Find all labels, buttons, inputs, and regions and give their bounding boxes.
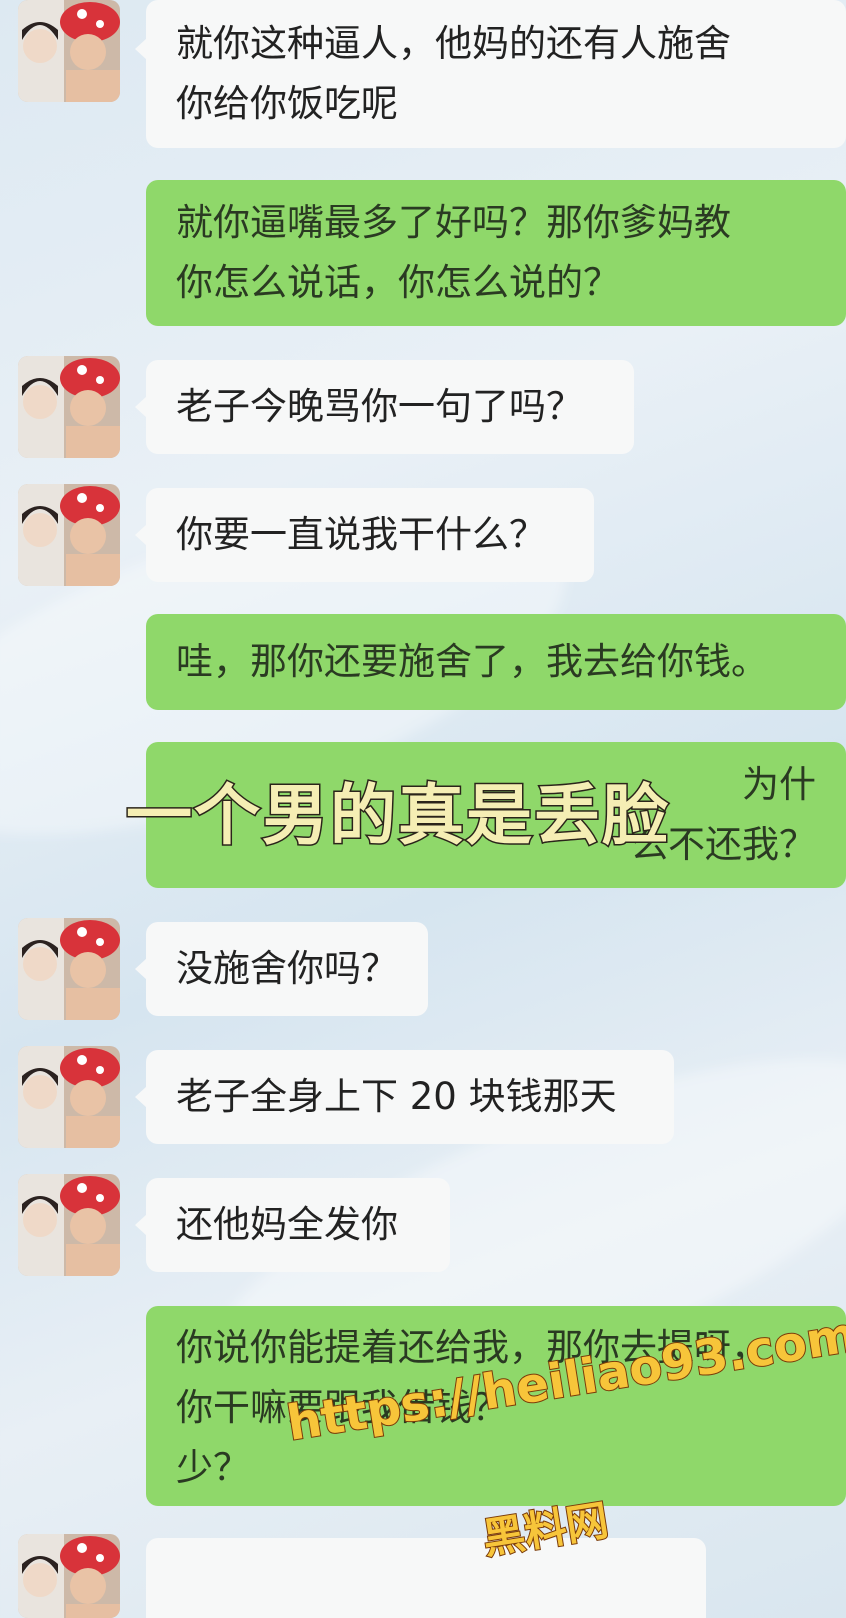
video-caption-overlay: 一个男的真是丢脸: [125, 776, 670, 856]
message-text: 老子今晚骂你一句了吗？: [176, 385, 583, 428]
contact-avatar[interactable]: [18, 0, 120, 102]
bubble-tail: [135, 396, 147, 418]
message-text: 没施舍你吗？: [176, 947, 398, 990]
bubble-tail: [135, 1214, 147, 1236]
bubble-tail: [135, 958, 147, 980]
avatar-photo-icon: [18, 1534, 120, 1618]
avatar-photo-icon: [18, 484, 120, 586]
bubble-tail: [135, 1086, 147, 1108]
message-bubble-received[interactable]: 没施舍你吗？: [135, 922, 428, 1016]
message-text: 还他妈全发你: [176, 1203, 398, 1246]
contact-avatar[interactable]: [18, 1046, 120, 1148]
avatar-photo-icon: [18, 0, 120, 102]
message-bubble-received[interactable]: [146, 1538, 706, 1618]
message-bubble-sent[interactable]: 哇，那你还要施舍了，我去给你钱。: [146, 614, 846, 710]
message-text: 老子全身上下 20 块钱那天: [176, 1075, 617, 1118]
contact-avatar[interactable]: [18, 484, 120, 586]
message-bubble-received[interactable]: 就你这种逼人，他妈的还有人施舍 你给你饭吃呢: [135, 0, 846, 148]
message-text: 就你逼嘴最多了好吗？那你爹妈教 你怎么说话，你怎么说的？: [176, 201, 731, 304]
message-text: 哇，那你还要施舍了，我去给你钱。: [176, 640, 768, 683]
contact-avatar[interactable]: [18, 356, 120, 458]
message-bubble-sent[interactable]: 就你逼嘴最多了好吗？那你爹妈教 你怎么说话，你怎么说的？: [146, 180, 846, 326]
message-text: 就你这种逼人，他妈的还有人施舍 你给你饭吃呢: [176, 22, 731, 125]
message-text: 你要一直说我干什么？: [176, 513, 546, 556]
message-bubble-received[interactable]: 还他妈全发你: [135, 1178, 450, 1272]
avatar-photo-icon: [18, 1046, 120, 1148]
contact-avatar[interactable]: [18, 1534, 120, 1618]
avatar-photo-icon: [18, 918, 120, 1020]
message-bubble-received[interactable]: 老子全身上下 20 块钱那天: [135, 1050, 674, 1144]
avatar-photo-icon: [18, 356, 120, 458]
bubble-tail: [135, 524, 147, 546]
bubble-tail: [135, 38, 147, 60]
contact-avatar[interactable]: [18, 1174, 120, 1276]
contact-avatar[interactable]: [18, 918, 120, 1020]
message-bubble-received[interactable]: 你要一直说我干什么？: [135, 488, 594, 582]
message-bubble-received[interactable]: 老子今晚骂你一句了吗？: [135, 360, 634, 454]
avatar-photo-icon: [18, 1174, 120, 1276]
